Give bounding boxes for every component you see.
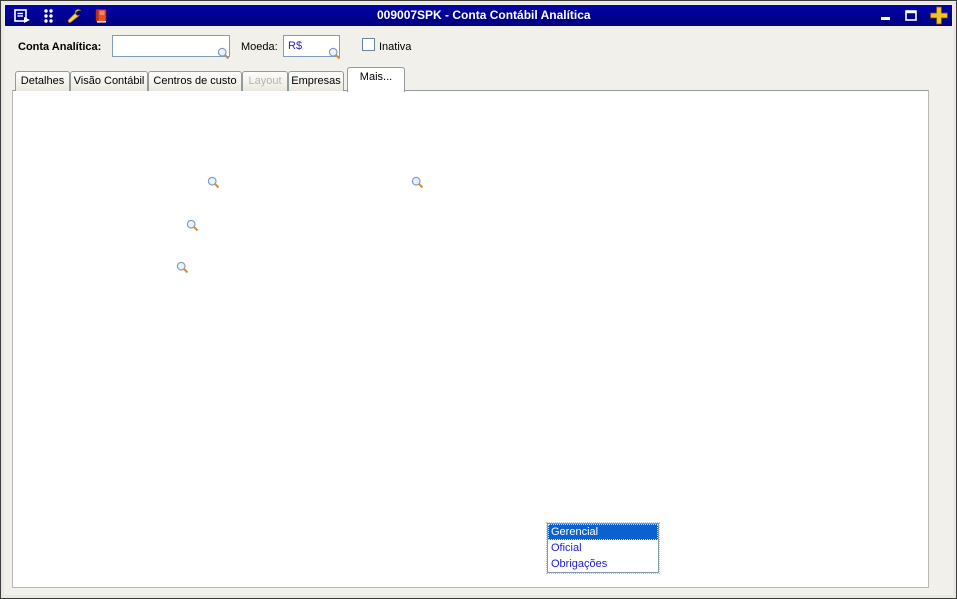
tab-detalhes[interactable]: Detalhes (15, 71, 70, 91)
book-icon[interactable] (92, 8, 109, 24)
tab-layout: Layout (242, 71, 288, 91)
titlebar: 009007SPK - Conta Contábil Analítica (5, 5, 952, 26)
tab-centros-de-custo[interactable]: Centros de custo (148, 71, 242, 91)
inativa-checkbox[interactable] (362, 38, 375, 51)
wrench-icon[interactable] (66, 8, 83, 24)
dropdown-option-obrigacoes[interactable]: Obrigações (548, 556, 658, 572)
lookup-icon[interactable] (176, 261, 189, 274)
close-button[interactable] (929, 7, 949, 24)
dropdown-option-oficial[interactable]: Oficial (548, 540, 658, 556)
tab-empresas[interactable]: Empresas (288, 71, 344, 91)
maximize-button[interactable] (901, 7, 921, 24)
lookup-icon[interactable] (186, 219, 199, 232)
tab-mais[interactable]: Mais... (347, 67, 405, 92)
lookup-icon[interactable] (207, 176, 220, 189)
dropdown-option-gerencial[interactable]: Gerencial (548, 524, 658, 540)
tipo-visao-dropdown: Gerencial Oficial Obrigações (547, 523, 659, 573)
conta-analitica-label: Conta Analítica: (18, 41, 101, 53)
app-window: 009007SPK - Conta Contábil Analítica Con… (0, 0, 957, 599)
moeda-label: Moeda: (241, 41, 278, 53)
tab-page (12, 90, 929, 588)
traffic-light-icon[interactable] (40, 8, 57, 24)
lookup-icon[interactable] (328, 47, 341, 60)
lookup-icon[interactable] (411, 176, 424, 189)
inativa-label: Inativa (379, 41, 411, 53)
tab-visao-contabil[interactable]: Visão Contábil (70, 71, 148, 91)
form-export-icon[interactable] (14, 8, 31, 24)
lookup-icon[interactable] (217, 47, 230, 60)
conta-analitica-input[interactable] (112, 35, 230, 57)
minimize-button[interactable] (876, 7, 896, 24)
window-title: 009007SPK - Conta Contábil Analítica (377, 8, 591, 22)
